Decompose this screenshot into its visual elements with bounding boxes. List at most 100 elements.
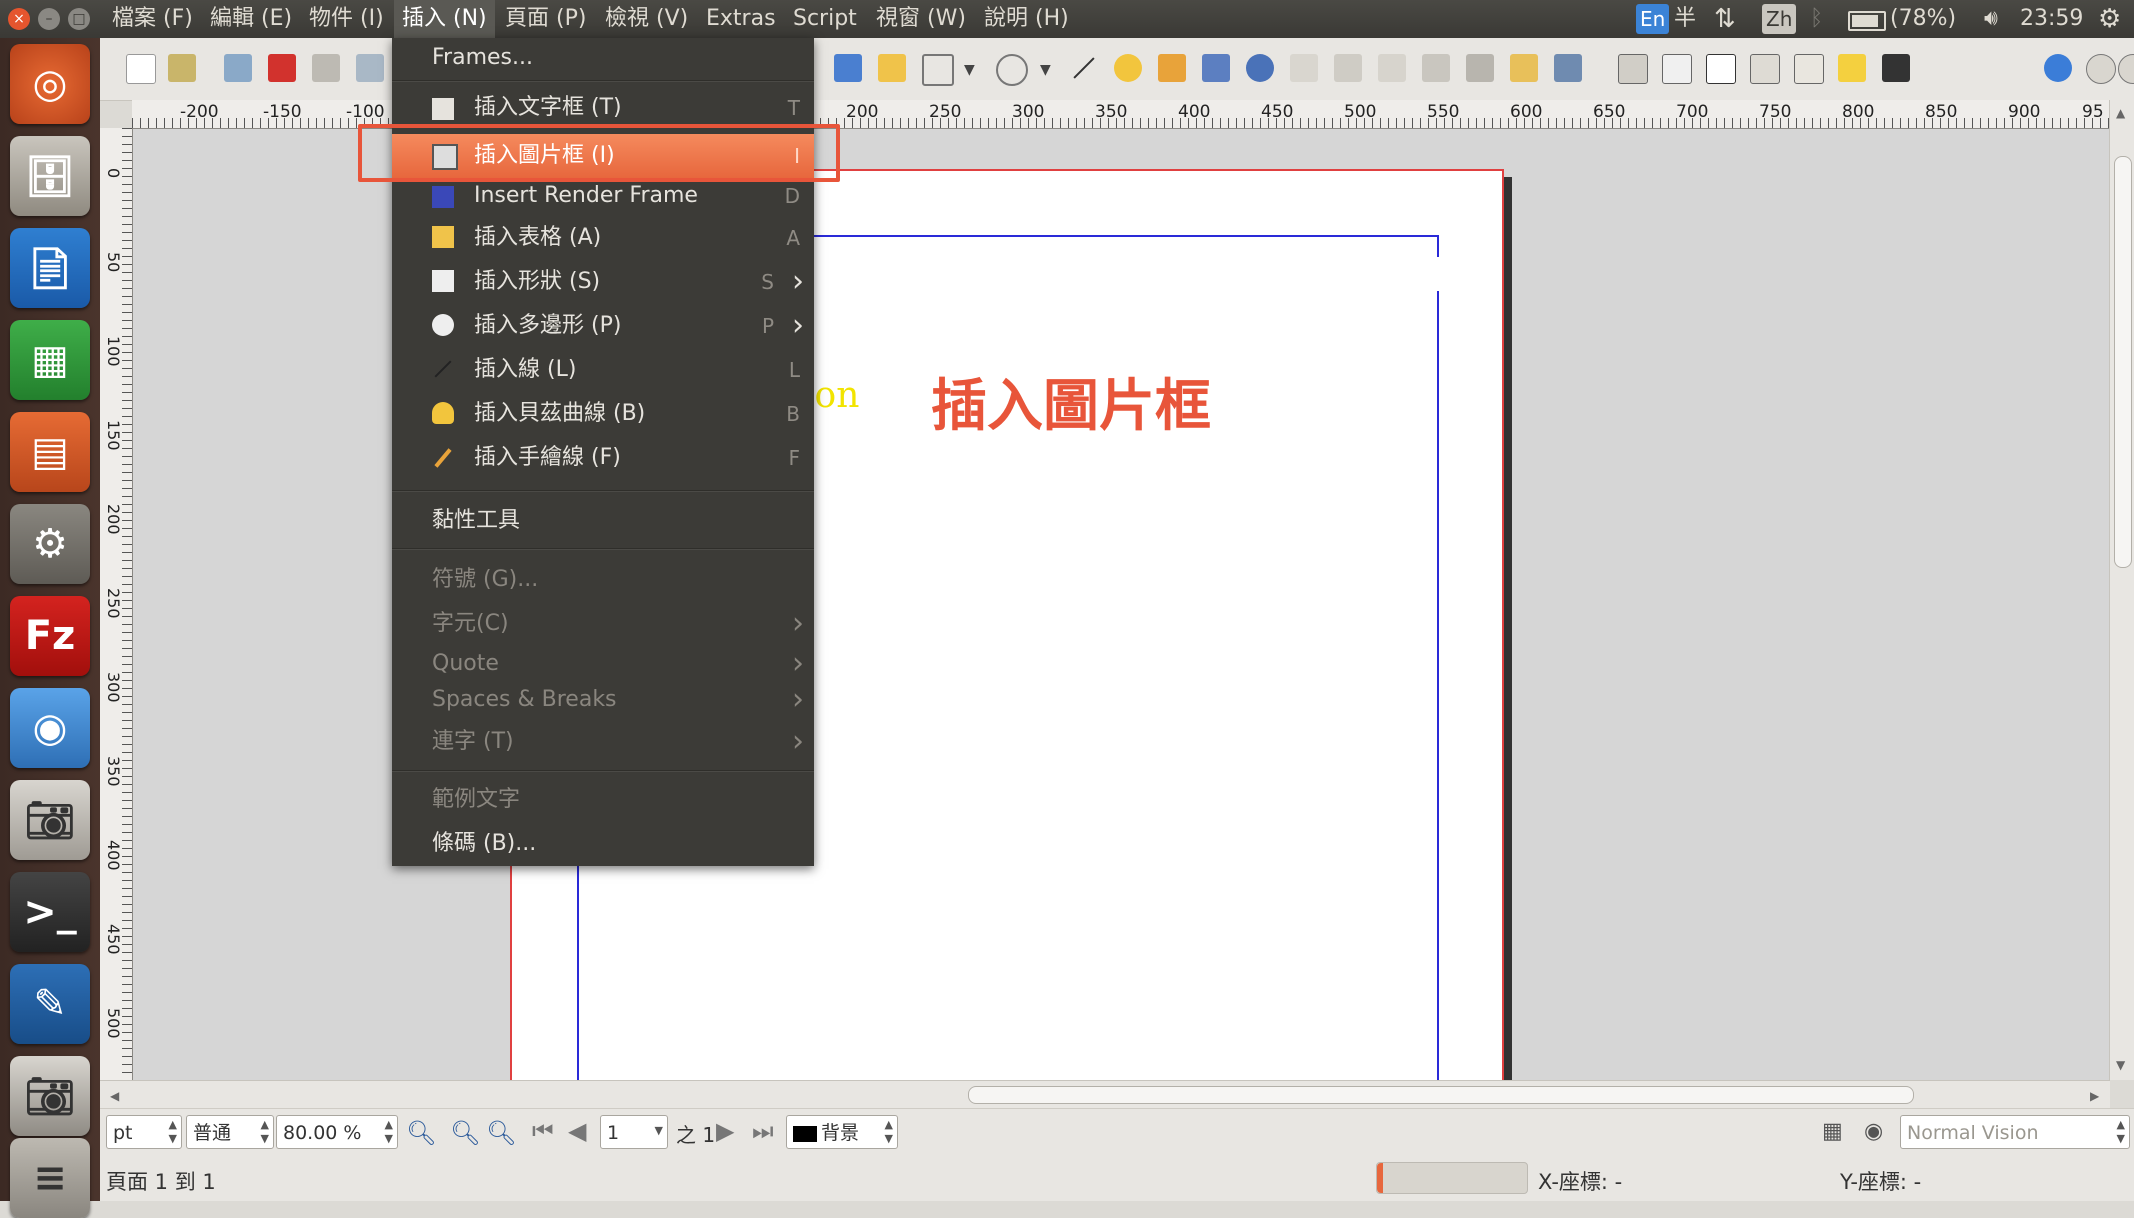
- scanner-icon[interactable]: ≡: [10, 1138, 90, 1218]
- print-icon[interactable]: [312, 54, 340, 82]
- eye-icon[interactable]: ◉: [1864, 1119, 1883, 1144]
- clock[interactable]: 23:59: [2020, 0, 2083, 38]
- menu-insert-freehand[interactable]: 插入手繪線 (F) F: [392, 436, 814, 480]
- vertical-scrollbar[interactable]: ▲ ▼: [2109, 100, 2134, 1080]
- shape-tool-icon[interactable]: [922, 54, 954, 86]
- open-folder-icon[interactable]: [168, 54, 196, 82]
- menu-glyph[interactable]: 符號 (G)...: [392, 558, 814, 602]
- horizontal-scrollbar[interactable]: ◀ ▶: [100, 1080, 2110, 1109]
- menu-barcode[interactable]: 條碼 (B)...: [392, 822, 814, 866]
- measure-icon[interactable]: [1466, 54, 1494, 82]
- first-page-icon[interactable]: ⏮: [532, 1117, 554, 1145]
- image-quality-select[interactable]: 普通 ▲ ▼: [186, 1115, 274, 1149]
- pdf-combobox-icon[interactable]: [1750, 54, 1780, 84]
- menu-sample-text[interactable]: 範例文字: [392, 778, 814, 822]
- save-icon[interactable]: [224, 54, 252, 82]
- menu-insert[interactable]: 插入 (N): [394, 0, 495, 38]
- pdf-checkbox-icon[interactable]: [1706, 54, 1736, 84]
- maximize-icon[interactable]: □: [68, 8, 90, 30]
- minimize-icon[interactable]: –: [38, 8, 60, 30]
- zoom-tool-icon[interactable]: [1246, 54, 1274, 82]
- input-zh-indicator[interactable]: Zh: [1762, 4, 1797, 34]
- pdf-button-icon[interactable]: [1618, 54, 1648, 84]
- screenshot-icon[interactable]: 📷︎: [10, 1056, 90, 1136]
- menu-window[interactable]: 視窗 (W): [868, 0, 974, 38]
- preview-display-icon[interactable]: ▦: [1822, 1119, 1843, 1144]
- menu-insert-shape[interactable]: 插入形狀 (S) S ›: [392, 260, 814, 304]
- menu-file[interactable]: 檔案 (F): [104, 0, 201, 38]
- horizontal-scroll-thumb[interactable]: [968, 1086, 1914, 1104]
- menu-view[interactable]: 檢視 (V): [597, 0, 696, 38]
- menu-insert-polygon[interactable]: 插入多邊形 (P) P ›: [392, 304, 814, 348]
- eyedropper-icon[interactable]: [1554, 54, 1582, 82]
- menu-insert-bezier[interactable]: 插入貝茲曲線 (B) B: [392, 392, 814, 436]
- scroll-left-icon[interactable]: ◀: [110, 1089, 119, 1103]
- copy-properties-icon[interactable]: [1510, 54, 1538, 82]
- menu-item[interactable]: 物件 (I): [301, 0, 392, 38]
- chevron-down-icon[interactable]: ▼: [1040, 62, 1051, 78]
- menu-page[interactable]: 頁面 (P): [497, 0, 594, 38]
- terminal-icon[interactable]: >_: [10, 872, 90, 952]
- scribus-icon[interactable]: ✎: [10, 964, 90, 1044]
- zoom-100-icon[interactable]: 🔍︎: [450, 1119, 480, 1147]
- menu-ligature[interactable]: 連字 (T) ›: [392, 720, 814, 764]
- next-page-icon[interactable]: ▶: [716, 1117, 734, 1145]
- files-icon[interactable]: 🗄︎: [10, 136, 90, 216]
- pdf-annotation-icon[interactable]: [1838, 54, 1866, 82]
- color-management-icon[interactable]: [2044, 54, 2072, 82]
- ubuntu-logo-icon[interactable]: ◎: [10, 44, 90, 124]
- rotate-tool-icon[interactable]: [1202, 54, 1230, 82]
- filezilla-icon[interactable]: Fz: [10, 596, 90, 676]
- menu-script[interactable]: Script: [785, 0, 865, 38]
- freehand-tool-icon[interactable]: [1158, 54, 1186, 82]
- menu-insert-line[interactable]: 插入線 (L) L: [392, 348, 814, 392]
- battery-icon[interactable]: [1848, 11, 1886, 31]
- bezier-tool-icon[interactable]: [1114, 54, 1142, 82]
- pdf-link-icon[interactable]: [1882, 54, 1910, 82]
- prev-page-icon[interactable]: ◀: [568, 1117, 586, 1145]
- preflight-icon[interactable]: [356, 54, 384, 82]
- chevron-down-icon[interactable]: ▼: [964, 62, 975, 78]
- bluetooth-icon[interactable]: ᛒ: [1810, 0, 1823, 38]
- close-icon[interactable]: ×: [8, 8, 30, 30]
- menu-character[interactable]: 字元(C) ›: [392, 602, 814, 646]
- unlink-frames-icon[interactable]: [1422, 54, 1450, 82]
- edit-text-icon[interactable]: [1290, 54, 1318, 82]
- vision-select[interactable]: Normal Vision ▲ ▼: [1900, 1115, 2130, 1149]
- edit-mode-icon[interactable]: [2118, 54, 2134, 84]
- camera-icon[interactable]: 📷︎: [10, 780, 90, 860]
- scroll-up-icon[interactable]: ▲: [2116, 106, 2125, 120]
- table-tool-icon[interactable]: [878, 54, 906, 82]
- vertical-scroll-thumb[interactable]: [2114, 156, 2132, 568]
- scroll-right-icon[interactable]: ▶: [2090, 1089, 2099, 1103]
- new-document-icon[interactable]: [126, 54, 156, 84]
- menu-edit[interactable]: 編輯 (E): [202, 0, 300, 38]
- menu-spaces-breaks[interactable]: Spaces & Breaks ›: [392, 680, 814, 720]
- close-doc-icon[interactable]: [268, 54, 296, 82]
- polygon-tool-icon[interactable]: [996, 54, 1028, 86]
- impress-icon[interactable]: ▤: [10, 412, 90, 492]
- volume-icon[interactable]: 🔊︎: [1984, 0, 1998, 38]
- zoom-input[interactable]: 80.00 % ▲ ▼: [276, 1115, 398, 1149]
- last-page-icon[interactable]: ⏭: [752, 1117, 774, 1145]
- layer-select[interactable]: 背景 ▲ ▼: [786, 1115, 898, 1149]
- preview-mode-icon[interactable]: [2086, 54, 2116, 84]
- menu-extras[interactable]: Extras: [698, 0, 784, 38]
- link-frames-icon[interactable]: [1378, 54, 1406, 82]
- zoom-in-icon[interactable]: 🔍︎: [486, 1119, 516, 1147]
- pdf-textfield-icon[interactable]: [1662, 54, 1692, 84]
- input-en-indicator[interactable]: En: [1636, 4, 1670, 34]
- pdf-listbox-icon[interactable]: [1794, 54, 1824, 84]
- edit-contents-icon[interactable]: [1334, 54, 1362, 82]
- chromium-icon[interactable]: ◉: [10, 688, 90, 768]
- menu-frames[interactable]: Frames...: [392, 38, 814, 78]
- vertical-ruler[interactable]: 0 50 100 150 200 250 300 350 400 450 500: [100, 128, 133, 1080]
- menu-help[interactable]: 說明 (H): [976, 0, 1077, 38]
- zoom-out-icon[interactable]: 🔍︎: [406, 1119, 436, 1147]
- gear-icon[interactable]: ⚙: [2098, 0, 2121, 38]
- menu-insert-text-frame[interactable]: 插入文字框 (T) T: [392, 88, 814, 128]
- line-tool-icon[interactable]: [1070, 54, 1098, 82]
- menu-quote[interactable]: Quote ›: [392, 644, 814, 684]
- menu-insert-render-frame[interactable]: Insert Render Frame D: [392, 176, 814, 216]
- menu-sticky-tools[interactable]: 黏性工具: [392, 499, 814, 543]
